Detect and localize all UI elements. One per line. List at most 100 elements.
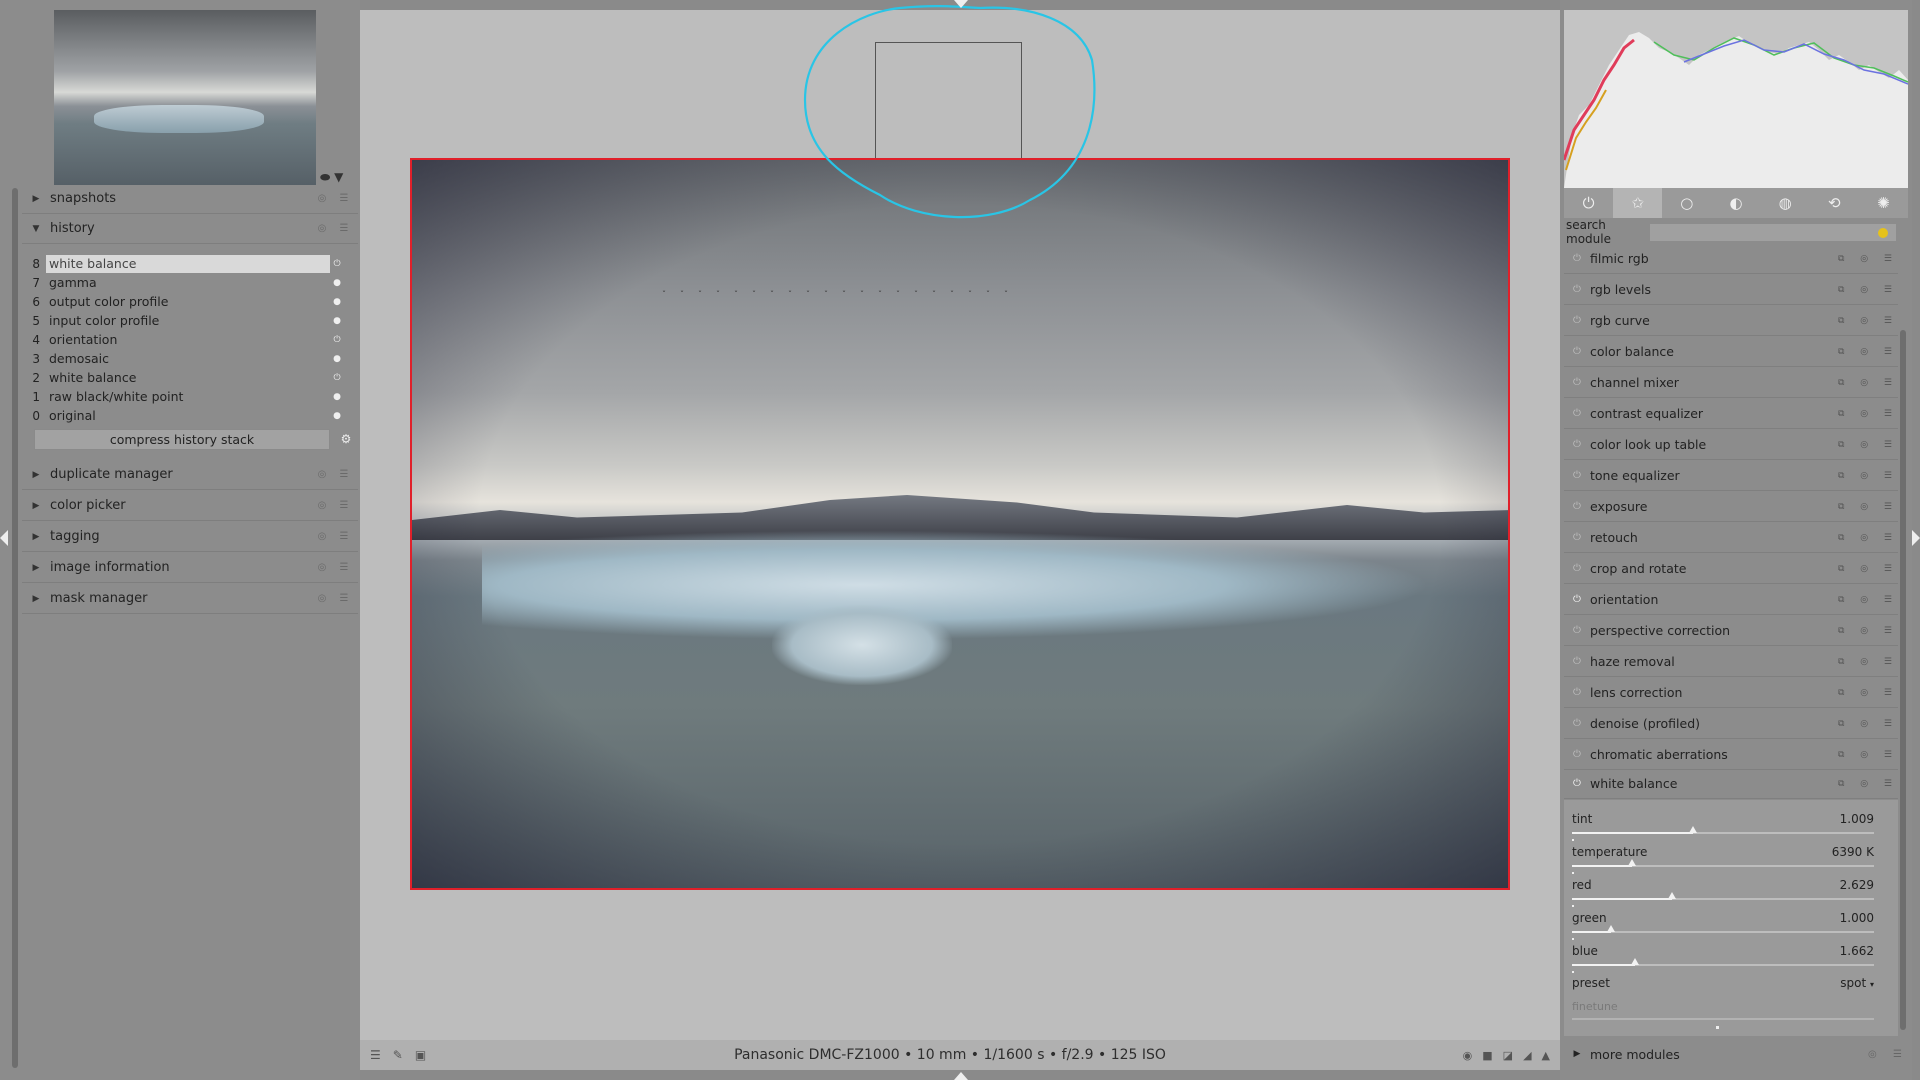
module-retouch[interactable]: ⏻ retouch ⧉ ◎ ☰ — [1564, 523, 1898, 553]
multi-instance-icon[interactable]: ⧉ — [1838, 688, 1844, 698]
reset-icon[interactable]: ◎ — [1860, 657, 1868, 667]
module-denoise-profiled[interactable]: ⏻ denoise (profiled) ⧉ ◎ ☰ — [1564, 709, 1898, 739]
section-image-information[interactable]: ▶ image information ◎ ☰ — [22, 553, 358, 583]
multi-instance-icon[interactable]: ⧉ — [1838, 595, 1844, 605]
presets-icon[interactable]: ☰ — [336, 469, 352, 480]
multi-instance-icon[interactable]: ⧉ — [1838, 254, 1844, 264]
reset-icon[interactable]: ◎ — [314, 500, 330, 511]
power-icon[interactable]: ⏻ — [1564, 346, 1590, 357]
reset-icon[interactable]: ◎ — [1860, 719, 1868, 729]
presets-icon[interactable]: ☰ — [336, 193, 352, 204]
slider-thumb-icon[interactable] — [1688, 826, 1697, 833]
multi-instance-icon[interactable]: ⧉ — [1838, 409, 1844, 419]
slider-track[interactable] — [1572, 859, 1874, 867]
histogram[interactable] — [1564, 10, 1908, 188]
slider-track[interactable] — [1572, 958, 1874, 966]
tint-slider[interactable]: tint 1.009 — [1572, 812, 1874, 842]
clipping-warning-icon[interactable]: ▲ — [1542, 1049, 1550, 1062]
module-orientation[interactable]: ⏻ orientation ⧉ ◎ ☰ — [1564, 585, 1898, 615]
presets-icon[interactable]: ☰ — [1884, 502, 1892, 512]
presets-icon[interactable]: ☰ — [1884, 688, 1892, 698]
presets-icon[interactable]: ☰ — [1884, 564, 1892, 574]
compress-history-button[interactable]: compress history stack — [34, 429, 330, 450]
presets-icon[interactable]: ☰ — [1884, 626, 1892, 636]
presets-icon[interactable]: ☰ — [1884, 779, 1892, 789]
multi-instance-icon[interactable]: ⧉ — [1838, 440, 1844, 450]
right-scrollbar[interactable] — [1900, 330, 1906, 1030]
left-panel-toggle-icon[interactable] — [0, 530, 8, 546]
module-color-look-up-table[interactable]: ⏻ color look up table ⧉ ◎ ☰ — [1564, 430, 1898, 460]
presets-icon[interactable]: ☰ — [336, 500, 352, 511]
module-perspective-correction[interactable]: ⏻ perspective correction ⧉ ◎ ☰ — [1564, 616, 1898, 646]
styles-icon[interactable]: ✎ — [393, 1048, 403, 1062]
reset-icon[interactable]: ◎ — [1860, 750, 1868, 760]
reset-icon[interactable]: ◎ — [1860, 347, 1868, 357]
module-contrast-equalizer[interactable]: ⏻ contrast equalizer ⧉ ◎ ☰ — [1564, 399, 1898, 429]
right-panel-toggle-icon[interactable] — [1912, 530, 1920, 546]
search-clear-icon[interactable] — [1878, 227, 1888, 238]
section-duplicate-manager[interactable]: ▶ duplicate manager ◎ ☰ — [22, 460, 358, 490]
presets-icon[interactable]: ☰ — [1893, 1049, 1902, 1060]
reset-icon[interactable]: ◎ — [1860, 316, 1868, 326]
slider-track[interactable] — [1572, 892, 1874, 900]
tone-icon[interactable]: ◐ — [1711, 188, 1760, 218]
history-item[interactable]: 0 original ● — [22, 406, 358, 425]
power-icon[interactable]: ⏻ — [1564, 778, 1590, 789]
reset-icon[interactable]: ◎ — [1860, 471, 1868, 481]
slider-track[interactable] — [1572, 925, 1874, 933]
reset-icon[interactable]: ◎ — [314, 593, 330, 604]
temperature-slider[interactable]: temperature 6390 K — [1572, 845, 1874, 875]
power-icon[interactable]: ⏻ — [1564, 315, 1590, 326]
reset-icon[interactable]: ◎ — [1860, 533, 1868, 543]
reset-icon[interactable]: ◎ — [1860, 688, 1868, 698]
presets-icon[interactable]: ☰ — [336, 593, 352, 604]
gamut-check-icon[interactable]: ◪ — [1503, 1049, 1513, 1062]
effect-icon[interactable]: ✺ — [1859, 188, 1908, 218]
reset-icon[interactable]: ◎ — [314, 223, 330, 234]
history-item[interactable]: 8 white balance ⏻ — [22, 254, 358, 273]
presets-icon[interactable]: ☰ — [1884, 285, 1892, 295]
slider-value[interactable]: 1.000 — [1840, 911, 1874, 925]
module-exposure[interactable]: ⏻ exposure ⧉ ◎ ☰ — [1564, 492, 1898, 522]
reset-icon[interactable]: ◎ — [1860, 595, 1868, 605]
multi-instance-icon[interactable]: ⧉ — [1838, 502, 1844, 512]
reset-icon[interactable]: ◎ — [1860, 564, 1868, 574]
presets-icon[interactable]: ☰ — [1884, 595, 1892, 605]
presets-icon[interactable]: ☰ — [1884, 471, 1892, 481]
second-window-icon[interactable]: ▣ — [415, 1048, 426, 1062]
search-module-input[interactable] — [1650, 223, 1896, 241]
slider-value[interactable]: 2.629 — [1840, 878, 1874, 892]
power-icon[interactable]: ⏻ — [1564, 408, 1590, 419]
power-icon[interactable]: ⏻ — [1564, 563, 1590, 574]
reset-icon[interactable]: ◎ — [314, 531, 330, 542]
power-icon[interactable]: ⏻ — [1564, 656, 1590, 667]
module-rgb-curve[interactable]: ⏻ rgb curve ⧉ ◎ ☰ — [1564, 306, 1898, 336]
multi-instance-icon[interactable]: ⧉ — [1838, 719, 1844, 729]
presets-icon[interactable]: ☰ — [1884, 316, 1892, 326]
multi-instance-icon[interactable]: ⧉ — [1838, 564, 1844, 574]
presets-icon[interactable]: ☰ — [1884, 440, 1892, 450]
history-item[interactable]: 4 orientation ⏻ — [22, 330, 358, 349]
module-channel-mixer[interactable]: ⏻ channel mixer ⧉ ◎ ☰ — [1564, 368, 1898, 398]
section-mask-manager[interactable]: ▶ mask manager ◎ ☰ — [22, 584, 358, 614]
multi-instance-icon[interactable]: ⧉ — [1838, 779, 1844, 789]
history-item[interactable]: 6 output color profile ● — [22, 292, 358, 311]
section-history[interactable]: ▼ history ◎ ☰ — [22, 214, 358, 244]
history-item[interactable]: 1 raw black/white point ● — [22, 387, 358, 406]
finetune-slider[interactable] — [1572, 1018, 1874, 1020]
history-item[interactable]: 7 gamma ● — [22, 273, 358, 292]
multi-instance-icon[interactable]: ⧉ — [1838, 285, 1844, 295]
navigation-thumbnail[interactable] — [54, 10, 316, 185]
slider-thumb-icon[interactable] — [1631, 958, 1640, 965]
slider-thumb-icon[interactable] — [1607, 925, 1616, 932]
reset-icon[interactable]: ◎ — [1860, 378, 1868, 388]
history-item[interactable]: 5 input color profile ● — [22, 311, 358, 330]
red-slider[interactable]: red 2.629 — [1572, 878, 1874, 908]
presets-icon[interactable]: ☰ — [1884, 409, 1892, 419]
presets-icon[interactable]: ☰ — [1884, 378, 1892, 388]
presets-icon[interactable]: ☰ — [1884, 533, 1892, 543]
slider-value[interactable]: 1.662 — [1840, 944, 1874, 958]
power-icon[interactable]: ⏻ — [1564, 253, 1590, 264]
slider-thumb-icon[interactable] — [1628, 859, 1637, 866]
slider-thumb-icon[interactable] — [1667, 892, 1676, 899]
